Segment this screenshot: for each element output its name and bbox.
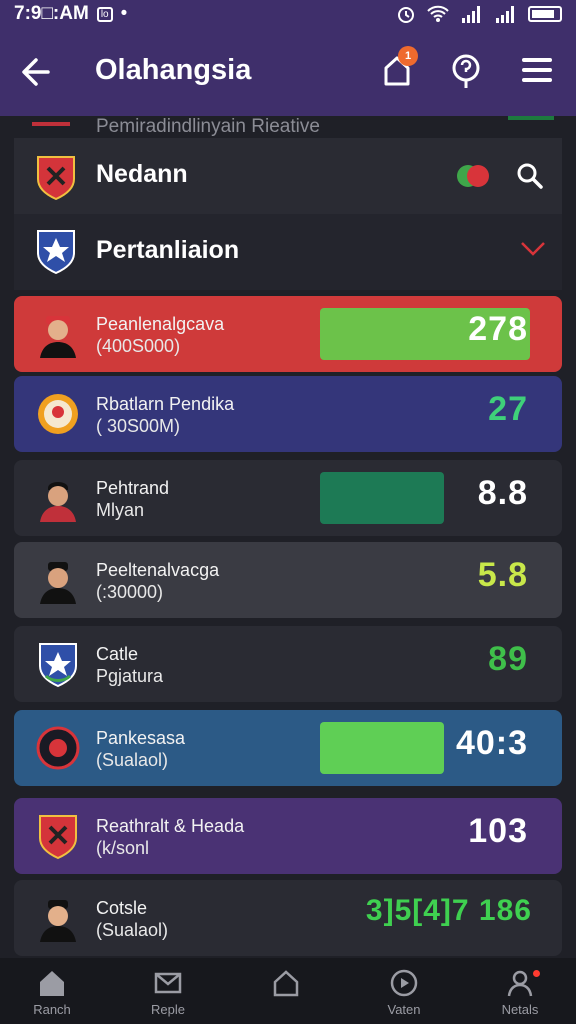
section-label: Pertanliaion [96,236,240,264]
tab-label: Ranch [33,1002,71,1017]
notification-box-icon: lo [96,6,113,22]
list-item[interactable]: Peanlenalgcava (400S000) 278 [14,296,562,372]
row-name: Reathralt & Heada [96,816,245,836]
row-name: Cotsle [96,898,148,918]
crest-star-icon [37,230,75,274]
partial-green-marker [508,116,554,120]
row-value: 8.8 [477,474,528,512]
list-item[interactable]: Reathralt & Heada (k/sonl 103 [14,798,562,874]
wifi-icon [427,5,449,22]
play-circle-icon [390,969,418,997]
tab-vaten[interactable]: Vaten [354,968,454,1022]
menu-icon[interactable] [522,56,552,84]
crest-star-icon [39,643,77,688]
partial-list-label: Pemiradindlinyain Rieative [96,116,320,137]
list-item[interactable]: Cotsle (Sualaol) 3]5[4]7 186 [14,880,562,956]
home-icon [40,971,64,996]
tab-label: Netals [501,1002,539,1017]
avatar-player-icon [40,316,76,358]
section-label: Nedann [96,160,188,188]
tab-label: Vaten [387,1002,421,1017]
row-name: Peanlenalgcava [96,314,225,334]
avatar-player-icon [40,562,76,604]
row-name: Rbatlarn Pendika [96,394,235,414]
home-outline-icon [273,970,299,997]
row-name: Catle [96,644,139,664]
status-time: 7:9□:AM [14,3,89,24]
tab-label: Reple [151,1002,185,1017]
tab-netals[interactable]: Netals [470,968,570,1022]
profile-icon [507,970,533,997]
mail-icon [154,972,182,994]
help-icon[interactable] [452,52,480,92]
app-bar: Olahangsia 1 [0,28,576,116]
search-icon[interactable] [516,162,544,190]
signal-icon-2 [496,6,514,23]
battery-icon [528,6,562,22]
list-item[interactable]: Catle Pgjatura 89 [14,626,562,702]
partial-red-marker [32,122,70,126]
crest-shield-icon [39,815,77,860]
list-item[interactable]: Rbatlarn Pendika ( 30S00M) 27 [14,376,562,452]
club-badge-icon [36,726,80,770]
tab-ranch[interactable]: Ranch [2,968,102,1022]
list-item[interactable]: Peeltenalvacga (:30000) 5.8 [14,542,562,618]
signal-icon [462,6,480,23]
row-subtitle: (Sualaol) [96,750,169,770]
row-name: Pehtrand [96,478,170,498]
alarm-icon [398,7,414,23]
row-value: 278 [468,310,528,348]
avatar-player-icon [40,900,76,942]
row-subtitle: (:30000) [96,582,164,602]
row-value: 89 [488,640,528,678]
notification-badge: 1 [398,46,418,66]
row-name: Peeltenalvacga [96,560,220,580]
page-title: Olahangsia [95,54,252,86]
section-row-pertanliaion[interactable]: Pertanliaion [14,214,562,290]
bottom-tab-bar: Ranch Reple Vaten Netals [0,958,576,1024]
score-bar [320,722,444,774]
avatar-player-icon [40,482,76,522]
list-item[interactable]: Pehtrand Mlyan 8.8 [14,460,562,536]
section-row-nedann[interactable]: Nedann [14,138,562,214]
row-value: 5.8 [477,556,528,594]
row-name: Pankesasa [96,728,186,748]
tab-reple[interactable]: Reple [118,968,218,1022]
row-value: 103 [468,812,528,850]
crest-shield-icon [37,156,75,200]
row-subtitle: (400S000) [96,336,181,356]
score-bar [320,472,444,524]
row-subtitle: (k/sonl [96,838,150,858]
row-subtitle: (Sualaol) [96,920,169,940]
row-subtitle: Pgjatura [96,666,164,686]
tab-home[interactable] [236,968,336,1022]
club-badge-icon [38,394,78,434]
back-arrow-icon[interactable] [20,52,52,92]
chevron-down-icon[interactable] [520,240,546,258]
status-bar: 7:9□:AM lo • [0,0,576,28]
team-flag-icon [457,165,489,187]
notification-dot [533,970,540,977]
status-dot: • [120,3,128,24]
row-value: 3]5[4]7 186 [365,894,532,927]
row-subtitle: Mlyan [96,500,145,520]
row-value: 40:3 [455,724,528,762]
row-subtitle: ( 30S00M) [96,416,181,436]
row-value: 27 [488,390,528,428]
list-item[interactable]: Pankesasa (Sualaol) 40:3 [14,710,562,786]
